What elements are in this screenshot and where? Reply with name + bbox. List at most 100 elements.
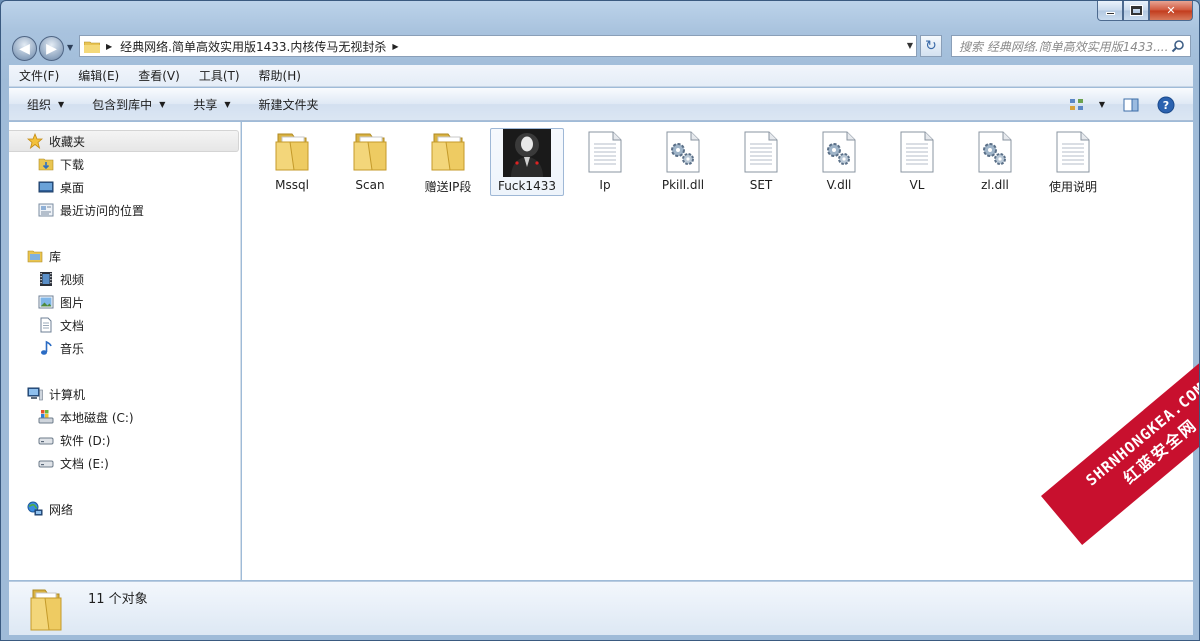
- tree-network[interactable]: 网络: [9, 498, 239, 520]
- navigation-pane: 收藏夹 下载 桌面 最近访问的位置 库 视频 图片 文档 音乐 计算机 本地磁盘…: [9, 122, 241, 580]
- star-icon: [27, 133, 43, 149]
- tree-item-drive-e[interactable]: 文档 (E:): [9, 452, 109, 474]
- file-name: Mssql: [275, 178, 309, 192]
- new-folder-label: 新建文件夹: [258, 97, 319, 112]
- tree-computer[interactable]: 计算机: [9, 383, 239, 405]
- breadcrumb-current-folder[interactable]: 经典网络.简单高效实用版1433.内核传马无视封杀: [120, 38, 386, 55]
- address-history-dropdown[interactable]: ▼: [907, 41, 913, 50]
- back-button[interactable]: ◀: [12, 36, 37, 61]
- file-item-folder[interactable]: 赠送IP段: [411, 128, 485, 196]
- recent-places-icon: [38, 203, 54, 217]
- menu-view[interactable]: 查看(V): [128, 67, 189, 84]
- file-item-text[interactable]: 使用说明: [1036, 128, 1110, 196]
- refresh-icon: ↻: [925, 38, 937, 54]
- help-button[interactable]: ?: [1157, 96, 1175, 114]
- desktop-icon: [38, 181, 54, 193]
- tree-libraries[interactable]: 库: [9, 245, 239, 267]
- forward-button[interactable]: ▶: [39, 36, 64, 61]
- close-icon: ✕: [1166, 4, 1176, 17]
- maximize-icon: [1129, 5, 1143, 16]
- address-bar[interactable]: ▶ 经典网络.简单高效实用版1433.内核传马无视封杀 ▶ ▼: [79, 35, 917, 57]
- file-name: Pkill.dll: [661, 178, 705, 192]
- share-label: 共享: [193, 97, 218, 112]
- gear-document-icon: [822, 131, 856, 173]
- include-in-library-button[interactable]: 包含到库中 ▼: [74, 96, 175, 113]
- folder-icon: [353, 133, 387, 171]
- folder-icon: [30, 589, 62, 631]
- file-item-dll[interactable]: zl.dll: [958, 128, 1032, 196]
- file-item-folder[interactable]: Mssql: [255, 128, 329, 196]
- file-item-text[interactable]: Ip: [568, 128, 642, 196]
- file-name: zl.dll: [981, 178, 1009, 192]
- share-button[interactable]: 共享 ▼: [175, 96, 240, 113]
- menu-tools[interactable]: 工具(T): [189, 67, 249, 84]
- menu-file[interactable]: 文件(F): [9, 67, 68, 84]
- folder-icon: [84, 41, 100, 53]
- close-button[interactable]: ✕: [1149, 1, 1193, 21]
- tree-item-label: 音乐: [60, 341, 85, 356]
- text-document-icon: [1056, 131, 1090, 173]
- recent-pages-dropdown[interactable]: ▼: [67, 43, 73, 52]
- tree-favorites-label: 收藏夹: [49, 134, 86, 149]
- file-name: SET: [749, 178, 773, 192]
- change-view-button[interactable]: ▼: [1069, 97, 1105, 113]
- view-icon: [1069, 98, 1083, 110]
- help-icon: ?: [1157, 96, 1175, 113]
- maximize-button[interactable]: [1123, 1, 1149, 21]
- svg-text:?: ?: [1163, 99, 1169, 112]
- file-item-folder[interactable]: Scan: [333, 128, 407, 196]
- tree-item-label: 视频: [60, 272, 85, 287]
- file-item-executable[interactable]: Fuck1433: [490, 128, 564, 196]
- file-list-pane: Mssql Scan 赠送IP段 Fuck1433 Ip Pkill.dll S…: [242, 122, 1193, 580]
- library-icon: [27, 250, 43, 263]
- tree-item-label: 软件 (D:): [60, 433, 111, 448]
- forward-arrow-icon: ▶: [46, 40, 57, 57]
- tree-item-documents[interactable]: 文档: [9, 314, 84, 336]
- file-name: VL: [909, 178, 925, 192]
- chevron-down-icon[interactable]: ▼: [1099, 100, 1105, 109]
- command-bar: 组织 ▼ 包含到库中 ▼ 共享 ▼ 新建文件夹 ▼ ?: [9, 88, 1193, 121]
- chevron-down-icon: ▼: [58, 99, 65, 109]
- tree-item-drive-d[interactable]: 软件 (D:): [9, 429, 110, 451]
- drive-icon: [38, 460, 54, 468]
- tree-item-desktop[interactable]: 桌面: [9, 176, 84, 198]
- text-document-icon: [588, 131, 622, 173]
- tree-item-downloads[interactable]: 下载: [9, 153, 84, 175]
- text-document-icon: [900, 131, 934, 173]
- tree-item-videos[interactable]: 视频: [9, 268, 84, 290]
- file-name: 使用说明: [1048, 180, 1097, 194]
- gear-document-icon: [666, 131, 700, 173]
- file-item-dll[interactable]: V.dll: [802, 128, 876, 196]
- search-input[interactable]: 搜索 经典网络.简单高效实用版1433....: [951, 35, 1191, 57]
- organize-label: 组织: [27, 97, 52, 112]
- tree-item-music[interactable]: 音乐: [9, 337, 84, 359]
- file-name: 赠送IP段: [424, 180, 472, 194]
- tree-item-recent-places[interactable]: 最近访问的位置: [9, 199, 144, 221]
- downloads-folder-icon: [38, 158, 54, 171]
- minimize-button[interactable]: [1097, 1, 1123, 21]
- tree-item-pictures[interactable]: 图片: [9, 291, 84, 313]
- new-folder-button[interactable]: 新建文件夹: [241, 96, 329, 113]
- file-item-text[interactable]: VL: [880, 128, 954, 196]
- breadcrumb-separator-icon[interactable]: ▶: [106, 42, 112, 51]
- file-name: V.dll: [826, 178, 852, 192]
- organize-button[interactable]: 组织 ▼: [9, 96, 74, 113]
- tree-item-label: 桌面: [60, 180, 85, 195]
- menu-help[interactable]: 帮助(H): [249, 67, 310, 84]
- tree-item-label: 下载: [60, 157, 85, 172]
- preview-pane-button[interactable]: [1123, 97, 1139, 113]
- tree-item-drive-c[interactable]: 本地磁盘 (C:): [9, 406, 134, 428]
- system-drive-icon: [38, 410, 54, 424]
- breadcrumb-separator-icon[interactable]: ▶: [392, 42, 398, 51]
- drive-icon: [38, 437, 54, 445]
- file-item-text[interactable]: SET: [724, 128, 798, 196]
- tree-item-label: 图片: [60, 295, 85, 310]
- file-name: Scan: [355, 178, 385, 192]
- tree-favorites[interactable]: 收藏夹: [9, 130, 239, 152]
- refresh-button[interactable]: ↻: [920, 35, 942, 57]
- details-pane: 11 个对象: [9, 581, 1193, 635]
- explorer-window: ✕ ◀ ▶ ▼ ▶ 经典网络.简单高效实用版1433.内核传马无视封杀 ▶ ▼ …: [0, 0, 1200, 641]
- item-count: 11 个对象: [88, 592, 148, 607]
- file-item-dll[interactable]: Pkill.dll: [646, 128, 720, 196]
- menu-edit[interactable]: 编辑(E): [68, 67, 128, 84]
